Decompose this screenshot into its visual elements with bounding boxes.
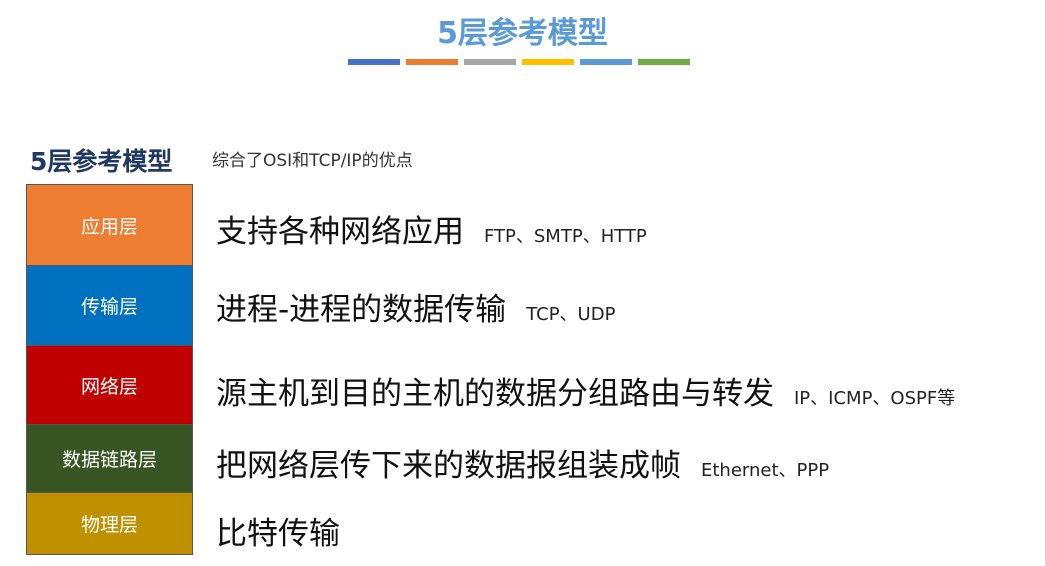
title-bar-segment bbox=[522, 59, 574, 65]
layer-description: 支持各种网络应用 FTP、SMTP、HTTP bbox=[216, 206, 647, 251]
title-bar-segment bbox=[580, 59, 632, 65]
model-heading: 5层参考模型 bbox=[30, 147, 173, 176]
layer-protocols: IP、ICMP、OSPF等 bbox=[794, 388, 956, 409]
model-note: 综合了OSI和TCP/IP的优点 bbox=[212, 151, 413, 171]
title-bar-segment bbox=[464, 59, 516, 65]
layer-function: 源主机到目的主机的数据分组路由与转发 bbox=[216, 376, 774, 412]
layer-transport: 传输层 bbox=[27, 266, 192, 346]
title-bar-segment bbox=[348, 59, 400, 65]
layer-description: 源主机到目的主机的数据分组路由与转发 IP、ICMP、OSPF等 bbox=[216, 368, 955, 413]
title-color-bar bbox=[348, 59, 696, 65]
layer-network: 网络层 bbox=[27, 346, 192, 425]
title-bar-segment bbox=[638, 59, 690, 65]
layer-function: 进程-进程的数据传输 bbox=[216, 292, 507, 328]
layer-description: 进程-进程的数据传输 TCP、UDP bbox=[216, 284, 615, 329]
layer-description: 比特传输 bbox=[216, 508, 360, 553]
layer-function: 比特传输 bbox=[216, 516, 340, 552]
layer-protocols: Ethernet、PPP bbox=[701, 460, 830, 481]
layer-description: 把网络层传下来的数据报组装成帧 Ethernet、PPP bbox=[216, 440, 829, 485]
layer-stack: 应用层 传输层 网络层 数据链路层 物理层 bbox=[26, 184, 193, 555]
page-title: 5层参考模型 bbox=[437, 16, 608, 51]
layer-function: 支持各种网络应用 bbox=[216, 214, 464, 250]
layer-function: 把网络层传下来的数据报组装成帧 bbox=[216, 448, 681, 484]
layer-protocols: TCP、UDP bbox=[526, 304, 616, 325]
layer-application: 应用层 bbox=[27, 185, 192, 266]
layer-physical: 物理层 bbox=[27, 493, 192, 554]
layer-data-link: 数据链路层 bbox=[27, 425, 192, 493]
title-bar-segment bbox=[406, 59, 458, 65]
layer-protocols: FTP、SMTP、HTTP bbox=[484, 226, 647, 247]
